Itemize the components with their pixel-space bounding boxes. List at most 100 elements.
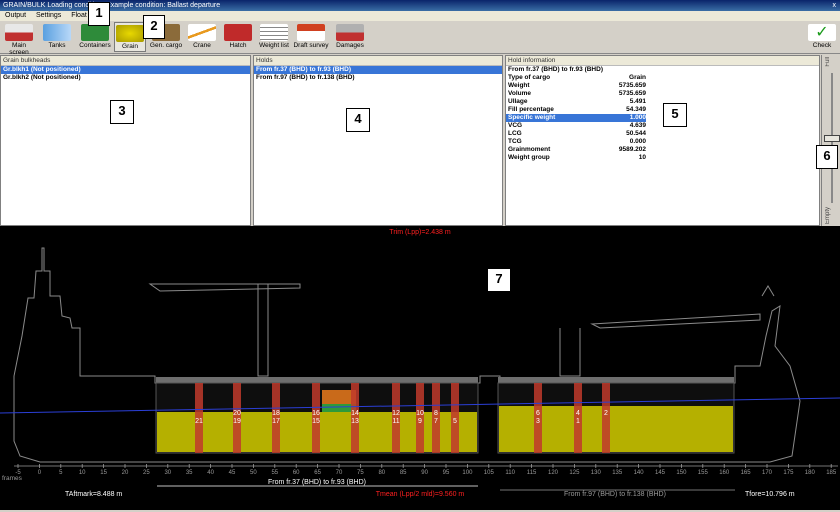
- bulkhead-number: 6: [536, 410, 540, 417]
- frame-tick-label: 140: [634, 470, 645, 476]
- hold-info-value[interactable]: 10: [586, 154, 646, 162]
- menu-float[interactable]: Float: [71, 12, 87, 19]
- hold-info-label: TCG: [508, 138, 522, 145]
- annotation-5: 5: [663, 103, 687, 127]
- frame-tick-label: 170: [762, 470, 773, 476]
- hatch-cover: [156, 377, 478, 383]
- ship-profile-view[interactable]: 20 18 16 14 12 10 8 6 4 2 21 19 17 15 13 11 9 7 5 3 1 -5 0 5 10…: [0, 226, 840, 510]
- window-title: GRAIN/BULK Loading condition: Example co…: [3, 2, 221, 9]
- mean-draft-readout: Tmean (Lpp/2 mld)=9.560 m: [376, 491, 465, 498]
- frame-tick-label: 40: [207, 470, 214, 476]
- weight-list-button[interactable]: Weight list: [257, 22, 291, 52]
- crane-button[interactable]: Crane: [186, 22, 218, 52]
- slider-thumb[interactable]: [824, 135, 840, 142]
- menu-settings[interactable]: Settings: [36, 12, 61, 19]
- hatch-cover: [498, 377, 734, 383]
- frame-tick-label: 130: [591, 470, 602, 476]
- frame-tick-label: 85: [400, 470, 407, 476]
- frame-tick-label: 105: [484, 470, 495, 476]
- bulkhead-number: 11: [392, 418, 399, 425]
- hatch-button[interactable]: Hatch: [222, 22, 254, 52]
- crane-icon: [188, 24, 216, 41]
- list-item[interactable]: Gr.blkh1 (Not positioned): [1, 66, 250, 74]
- hold-info-label: Type of cargo: [508, 74, 551, 81]
- hold-info-label: Grainmoment: [508, 146, 551, 153]
- fore-draft-readout: Tfore=10.796 m: [745, 491, 795, 498]
- main-screen-button[interactable]: Main screen: [2, 22, 36, 56]
- panel-caption: Grain bulkheads: [1, 56, 250, 66]
- annotation-2: 2: [143, 15, 165, 39]
- bulkhead-number: 3: [536, 418, 540, 425]
- hold-info-label: Specific weight: [506, 114, 586, 122]
- bulkhead-number: 14: [351, 410, 359, 417]
- hold-info-value[interactable]: Grain: [586, 74, 646, 82]
- hold-info-label: VCG: [508, 122, 523, 129]
- check-button[interactable]: ✓ Check: [806, 22, 838, 52]
- hold-info-value[interactable]: 5.491: [586, 98, 646, 106]
- draft-survey-button[interactable]: Draft survey: [293, 22, 329, 52]
- list-item[interactable]: Gr.blkh2 (Not positioned): [1, 74, 250, 82]
- hold-info-label: Fill percentage: [508, 106, 554, 113]
- window-title-bar: GRAIN/BULK Loading condition: Example co…: [0, 0, 840, 11]
- frame-tick-label: 185: [826, 470, 837, 476]
- bulkhead-number: 9: [418, 418, 422, 425]
- list-item[interactable]: From fr.37 (BHD) to fr.93 (BHD): [254, 66, 502, 74]
- frame-scale: -5 0 5 10 15 20 25 30 35 40 45 50 55 60 65 70 75 80 85 90 95…: [14, 464, 838, 476]
- hold-info-value[interactable]: 4.639: [586, 122, 646, 130]
- frame-tick-label: 65: [314, 470, 321, 476]
- grain-button[interactable]: Grain: [114, 22, 146, 52]
- hold-info-label: LCG: [508, 130, 522, 137]
- general-cargo-block: [322, 390, 356, 404]
- bulkhead-number: 19: [233, 418, 241, 425]
- bulkhead-number: 10: [416, 410, 424, 417]
- bulkhead-number: 20: [233, 410, 241, 417]
- hold-info-value[interactable]: 54.349: [586, 106, 646, 114]
- frame-tick-label: 110: [505, 470, 515, 476]
- hold-info-value[interactable]: 5735.659: [586, 82, 646, 90]
- slider-full-label: Full: [825, 57, 831, 67]
- frame-tick-label: 125: [569, 470, 580, 476]
- frame-tick-label: 175: [783, 470, 794, 476]
- bulkhead-number: 18: [272, 410, 280, 417]
- hold-info-label: Weight group: [508, 154, 550, 161]
- annotation-7: 7: [487, 268, 511, 292]
- frame-tick-label: 115: [527, 470, 537, 476]
- frame-tick-label: 75: [357, 470, 364, 476]
- frame-tick-label: 80: [378, 470, 385, 476]
- bulkhead-number: 7: [434, 418, 438, 425]
- frame-tick-label: 90: [421, 470, 428, 476]
- hold-info-label: Weight: [508, 82, 530, 89]
- annotation-1: 1: [88, 2, 110, 26]
- hold-info-value[interactable]: 9589.202: [586, 146, 646, 154]
- annotation-6: 6: [816, 145, 838, 169]
- ship-icon: [5, 24, 33, 41]
- list-item[interactable]: From fr.97 (BHD) to fr.138 (BHD): [254, 74, 502, 82]
- frame-tick-label: 70: [336, 470, 343, 476]
- hold-info-value[interactable]: 0.000: [586, 138, 646, 146]
- frame-tick-label: 160: [719, 470, 730, 476]
- frame-tick-label: 25: [143, 470, 150, 476]
- frame-tick-label: 15: [100, 470, 107, 476]
- damages-button[interactable]: Damages: [333, 22, 367, 52]
- bulkhead-number: 4: [576, 410, 580, 417]
- hatch-icon: [224, 24, 252, 41]
- tanks-button[interactable]: Tanks: [40, 22, 74, 52]
- hold-info-value[interactable]: 50.544: [586, 130, 646, 138]
- hold-info-value[interactable]: 1.000: [586, 114, 646, 122]
- menu-output[interactable]: Output: [5, 12, 26, 19]
- frame-tick-label: 135: [612, 470, 623, 476]
- hold-info-value[interactable]: 5735.659: [586, 90, 646, 98]
- containers-button[interactable]: Containers: [78, 22, 112, 52]
- holds-panel: Holds From fr.37 (BHD) to fr.93 (BHD) Fr…: [253, 55, 503, 226]
- close-icon[interactable]: x: [833, 0, 837, 11]
- grain-bulkheads-panel: Grain bulkheads Gr.blkh1 (Not positioned…: [0, 55, 251, 226]
- bulkhead-number: 8: [434, 410, 438, 417]
- frame-tick-label: 145: [655, 470, 666, 476]
- tanks-icon: [43, 24, 71, 41]
- damages-icon: [336, 24, 364, 41]
- frame-tick-label: 10: [79, 470, 86, 476]
- fill-slider[interactable]: Full Empty: [821, 55, 840, 226]
- bulkhead-number: 16: [312, 410, 320, 417]
- frame-tick-label: 165: [741, 470, 752, 476]
- bulkhead-number: 13: [351, 418, 359, 425]
